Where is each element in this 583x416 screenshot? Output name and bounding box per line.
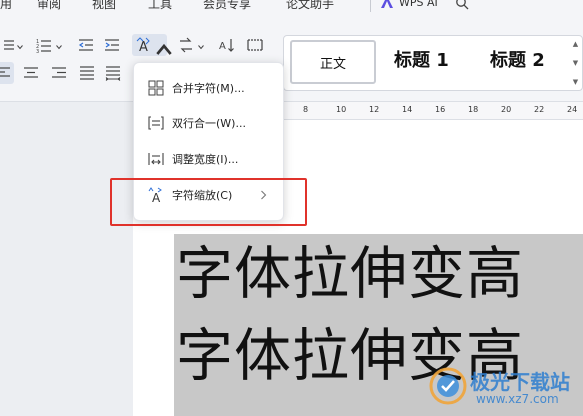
- site-watermark: 极光下载站 www.xz7.com: [426, 362, 583, 416]
- paragraph-marks-icon: [247, 39, 263, 51]
- decrease-indent-icon: [78, 39, 93, 51]
- svg-text:3: 3: [36, 49, 39, 53]
- menubar: 用 审阅 视图 工具 会员专享 论文助手 WPS AI: [0, 0, 583, 14]
- bullet-list-caret-icon[interactable]: [17, 44, 23, 50]
- menu-thesis-assistant[interactable]: 论文助手: [286, 0, 334, 12]
- ruler-tick: 16: [435, 105, 446, 114]
- wps-ai-logo-icon: [381, 0, 393, 8]
- numbered-list-caret-icon[interactable]: [56, 44, 62, 50]
- style-normal[interactable]: 正文: [290, 40, 376, 84]
- show-hide-marks-button[interactable]: [244, 34, 266, 56]
- menu-item-label: 合并字符(M)...: [172, 82, 245, 95]
- ruler-tick: 24: [567, 105, 578, 114]
- character-layout-caret-up-icon: [156, 43, 172, 55]
- justify-icon: [80, 66, 94, 80]
- menu-divider: [370, 0, 371, 12]
- sort-icon: A: [219, 39, 234, 52]
- justify-button[interactable]: [76, 62, 98, 84]
- bullet-list-button[interactable]: [0, 34, 18, 56]
- combine-characters-icon: [148, 80, 164, 96]
- menu-item-two-lines-in-one[interactable]: 双行合一(W)...: [134, 108, 285, 138]
- align-left-button[interactable]: [0, 62, 14, 84]
- search-icon[interactable]: [455, 0, 469, 10]
- document-text-line-1[interactable]: 字体拉伸变高: [176, 246, 524, 303]
- style-heading-2[interactable]: 标题 2: [490, 46, 545, 72]
- distributed-align-icon: [105, 66, 121, 81]
- menu-item-label: 双行合一(W)...: [172, 117, 246, 130]
- two-lines-in-one-icon: [148, 116, 164, 130]
- ruler-tick: 14: [402, 105, 413, 114]
- menu-member[interactable]: 会员专享: [203, 0, 251, 12]
- menu-review[interactable]: 审阅: [37, 0, 61, 12]
- align-right-icon: [52, 67, 66, 78]
- numbered-list-icon: 1 2 3: [36, 39, 51, 53]
- increase-indent-icon: [105, 39, 119, 51]
- numbered-list-button[interactable]: 1 2 3: [33, 34, 55, 56]
- watermark-url: www.xz7.com: [476, 392, 559, 406]
- ruler-tick: 20: [501, 105, 512, 114]
- style-gallery: 正文 标题 1 标题 2 ▲ ▼ ▼: [283, 35, 583, 91]
- annotation-highlight-box: [110, 178, 307, 226]
- watermark-logo-icon: [429, 367, 467, 405]
- ruler-tick: 22: [534, 105, 545, 114]
- chevron-up-icon[interactable]: ▲: [573, 40, 578, 48]
- bullet-list-icon: [4, 40, 14, 50]
- style-heading-1[interactable]: 标题 1: [394, 46, 449, 72]
- text-direction-icon: [180, 37, 192, 53]
- ruler-tick: 12: [369, 105, 380, 114]
- decrease-indent-button[interactable]: [75, 34, 97, 56]
- align-center-icon: [24, 67, 38, 78]
- sort-button[interactable]: A: [216, 34, 238, 56]
- menu-item-label: 调整宽度(I)...: [172, 153, 239, 166]
- ruler-tick: 18: [468, 105, 479, 114]
- character-layout-button[interactable]: A: [132, 34, 172, 56]
- text-direction-button[interactable]: [175, 34, 197, 56]
- align-left-icon: [0, 67, 10, 77]
- svg-text:A: A: [139, 40, 148, 53]
- align-right-button[interactable]: [48, 62, 70, 84]
- toolbar: 1 2 3 A A 正文 标题 1 标题 2 ▲ ▼ ▼: [0, 14, 583, 102]
- menu-start-partial[interactable]: 用: [0, 0, 12, 12]
- menu-item-combine-characters[interactable]: 合并字符(M)...: [134, 73, 285, 103]
- menu-view[interactable]: 视图: [92, 0, 116, 12]
- distributed-align-button[interactable]: [102, 62, 124, 84]
- menu-item-adjust-width[interactable]: 调整宽度(I)...: [134, 144, 285, 174]
- horizontal-ruler[interactable]: 8 10 12 14 16 18 20 22 24: [283, 102, 583, 120]
- expand-gallery-icon[interactable]: ▼: [573, 78, 578, 86]
- increase-indent-button[interactable]: [101, 34, 123, 56]
- ruler-tick: 8: [303, 105, 309, 114]
- ruler-tick: 10: [336, 105, 347, 114]
- align-center-button[interactable]: [20, 62, 42, 84]
- watermark-title: 极光下载站: [470, 370, 570, 394]
- adjust-width-icon: [148, 153, 164, 165]
- chevron-down-icon[interactable]: ▼: [573, 59, 578, 67]
- wps-ai-button[interactable]: WPS AI: [380, 0, 438, 9]
- character-scale-icon: A: [136, 37, 150, 53]
- svg-text:A: A: [219, 41, 226, 52]
- style-gallery-scroll[interactable]: ▲ ▼ ▼: [571, 40, 580, 86]
- menu-tools[interactable]: 工具: [148, 0, 172, 12]
- wps-ai-label: WPS AI: [399, 0, 438, 9]
- text-direction-caret-icon[interactable]: [198, 44, 204, 50]
